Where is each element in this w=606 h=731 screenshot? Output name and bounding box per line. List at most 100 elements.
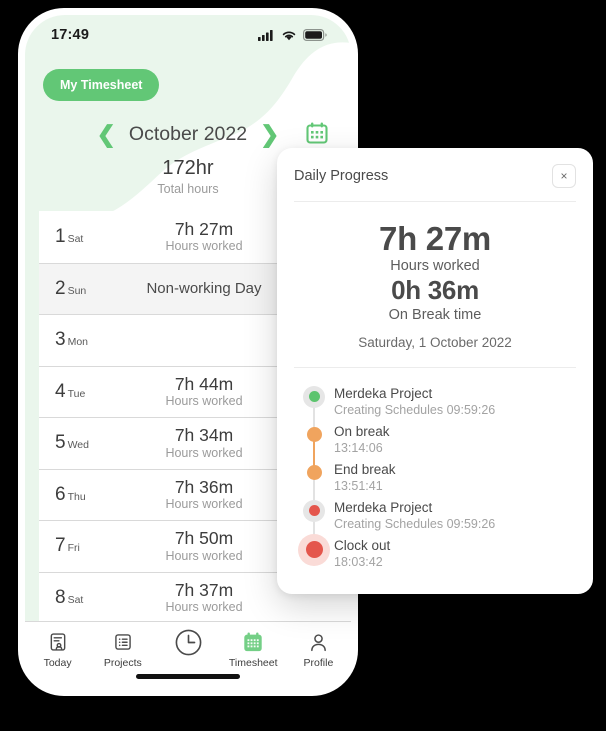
day-hours-value: 7h 36m (174, 476, 234, 497)
timeline-dot (308, 391, 320, 403)
day-date: 4 Tue (39, 381, 105, 403)
nav-item-projects[interactable]: Projects (90, 631, 155, 669)
next-month-button[interactable]: ❯ (254, 122, 285, 146)
timeline-entry-title: On break (334, 423, 390, 439)
day-weekday: Thu (67, 490, 86, 503)
break-time-value: 0h 36m (391, 274, 479, 305)
timeline-gutter (294, 498, 334, 548)
day-hours-value: 7h 34m (174, 425, 234, 446)
day-hours-label: Hours worked (165, 445, 243, 460)
wifi-icon (282, 31, 296, 41)
timeline-text: Merdeka Project Creating Schedules 09:59:… (334, 498, 576, 533)
timeline-entry-subtitle: 18:03:42 (334, 555, 383, 570)
nav-item-label: Today (43, 657, 72, 669)
nav-item-label: Timesheet (228, 657, 278, 669)
timeline-gutter (294, 533, 334, 566)
timeline-dot-halo (303, 462, 325, 484)
day-weekday: Sat (67, 593, 84, 606)
timeline-entry-title: Merdeka Project (334, 385, 433, 401)
day-number: 3 (55, 329, 66, 351)
timeline-entry-title: Clock out (334, 537, 391, 553)
calendar-icon[interactable] (305, 121, 329, 145)
timeline-entry: On break 13:14:06 (294, 422, 576, 472)
day-hours-label: Hours worked (165, 497, 243, 511)
clock-icon (174, 629, 203, 655)
status-icons (258, 29, 327, 41)
day-weekday: Wed (67, 439, 89, 452)
day-hours-value: 7h 27m (174, 218, 234, 239)
day-number: 6 (55, 483, 66, 505)
my-timesheet-button[interactable]: My Timesheet (43, 69, 160, 101)
status-bar: 17:49 (25, 15, 351, 55)
prev-month-button[interactable]: ❮ (91, 122, 122, 146)
left-green-strip (25, 165, 39, 625)
day-hours-label: Hours worked (165, 394, 243, 408)
person-icon (308, 631, 329, 653)
timeline-entry: Merdeka Project Creating Schedules 09:59:… (294, 384, 576, 434)
day-date: 3 Mon (39, 329, 105, 351)
timeline-gutter (294, 384, 334, 434)
timeline-entry: Merdeka Project Creating Schedules 09:59:… (294, 498, 576, 548)
timeline-text: Clock out 18:03:42 (334, 536, 576, 571)
daily-progress-date: Saturday, 1 October 2022 (358, 334, 512, 350)
timeline-dot (305, 541, 323, 559)
day-hours-label: Hours worked (165, 239, 243, 253)
day-hours-value: 7h 44m (174, 373, 234, 394)
timeline-dot (306, 465, 322, 481)
timeline-text: Merdeka Project Creating Schedules 09:59:… (334, 384, 576, 419)
timeline-gutter (294, 460, 334, 510)
nav-item-profile[interactable]: Profile (286, 631, 351, 669)
status-time: 17:49 (51, 27, 90, 43)
timeline-entry-subtitle: 13:51:41 (334, 479, 383, 494)
daily-progress-card: Daily Progress × 7h 27m Hours worked 0h … (277, 148, 593, 594)
day-date: 8 Sat (39, 587, 105, 609)
timeline-entry-subtitle: Creating Schedules 09:59:26 (334, 517, 496, 532)
break-time-label: On Break time (388, 306, 482, 323)
list-icon (113, 631, 133, 653)
timeline-dot-halo (298, 533, 330, 566)
day-date: 2 Sun (39, 278, 105, 300)
nav-item-timesheet[interactable]: Timesheet (221, 631, 286, 669)
day-number: 2 (55, 277, 66, 299)
timeline-entry: Clock out 18:03:42 (294, 533, 576, 574)
nav-item-label: Projects (103, 657, 142, 669)
signal-icon (258, 30, 273, 41)
timeline-entry-subtitle: 13:14:06 (334, 441, 383, 456)
day-date: 5 Wed (39, 432, 105, 454)
hours-worked-value: 7h 27m (379, 220, 491, 257)
timeline-dot-halo (303, 385, 325, 408)
day-number: 7 (55, 535, 66, 557)
day-hours-value: 7h 37m (174, 579, 234, 600)
timeline-entry: End break 13:51:41 (294, 460, 576, 510)
day-number: 5 (55, 432, 66, 454)
timeline-text: End break 13:51:41 (334, 460, 576, 495)
close-icon[interactable]: × (552, 164, 576, 188)
day-weekday: Tue (67, 387, 86, 400)
timeline-gutter (294, 422, 334, 472)
timeline-dot (306, 427, 322, 443)
day-weekday: Mon (67, 336, 89, 349)
battery-icon (303, 29, 327, 41)
timeline-dot-halo (303, 499, 325, 522)
activity-timeline: Merdeka Project Creating Schedules 09:59:… (277, 368, 593, 594)
day-note: Non-working Day (146, 280, 262, 298)
day-date: 6 Thu (39, 484, 105, 506)
day-hours-label: Hours worked (165, 600, 243, 614)
timeline-dot-halo (303, 424, 325, 446)
day-hours-value: 7h 50m (174, 528, 234, 549)
month-label: October 2022 (128, 122, 248, 145)
calendar-icon (242, 631, 264, 653)
day-hours-label: Hours worked (165, 548, 243, 563)
home-indicator (136, 674, 240, 679)
day-weekday: Fri (67, 542, 80, 555)
nav-item-label: Profile (303, 657, 334, 669)
day-weekday: Sun (67, 284, 87, 297)
today-report-icon (48, 631, 68, 653)
nav-item-today[interactable]: Today (25, 631, 90, 669)
day-number: 4 (55, 380, 66, 402)
day-date: 7 Fri (39, 535, 105, 557)
day-number: 1 (55, 225, 66, 247)
timeline-text: On break 13:14:06 (334, 422, 576, 457)
nav-item-clock[interactable] (155, 629, 220, 655)
timeline-entry-title: Merdeka Project (334, 499, 433, 515)
